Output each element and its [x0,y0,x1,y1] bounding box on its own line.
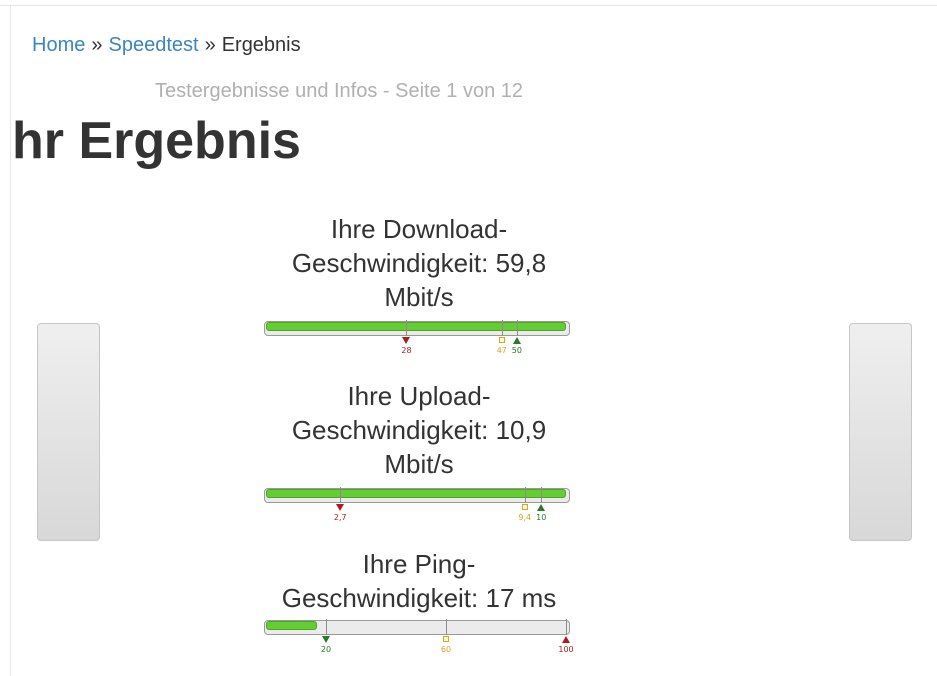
marker-value: 50 [511,346,522,355]
ping-marker-100: 100 [558,619,574,655]
marker-triangle-up-icon [537,504,546,511]
page-title-wrap: hr Ergebnis [0,110,600,172]
window-top-border [0,0,937,6]
download-speed-label: Ihre Download-Geschwindigkeit: 59,8 Mbit… [291,214,547,312]
marker-triangle-down-icon [402,337,411,344]
upload-marker-10: 10 [536,487,546,523]
upload-marker-2-7: 2,7 [334,487,347,523]
marker-value: 10 [536,513,547,522]
marker-triangle-down-icon [336,504,345,511]
gauge-fill [266,621,317,630]
marker-line [566,619,567,635]
ping-label: Ihre Ping-Geschwindigkeit: 17 ms [281,549,557,613]
gauge-fill [266,489,566,498]
marker-square-icon [521,504,528,510]
marker-value: 60 [440,645,452,654]
marker-line [541,487,543,503]
marker-value: 20 [320,645,332,654]
marker-line [516,320,518,336]
marker-value: 100 [558,645,574,654]
download-marker-50: 50 [512,320,522,356]
ping-marker-60: 60 [441,619,451,655]
marker-line [446,619,447,635]
breadcrumb: Home» Speedtest» Ergebnis [32,32,301,58]
marker-value: 28 [401,346,412,355]
gauge-fill [266,322,566,331]
content-left-border [10,6,11,676]
marker-line [340,487,342,503]
marker-triangle-down-icon [322,636,330,643]
breadcrumb-current: Ergebnis [221,34,301,56]
breadcrumb-separator: » [204,34,216,56]
marker-line [501,320,503,336]
upload-speed-label: Ihre Upload-Geschwindigkeit: 10,9 Mbit/s [291,381,547,479]
marker-line [406,320,408,336]
breadcrumb-speedtest-link[interactable]: Speedtest [108,34,198,56]
carousel-prev-button[interactable] [37,323,100,541]
marker-square-icon [443,636,449,642]
marker-triangle-up-icon [512,337,521,344]
download-speed-gauge: 28 47 50 [264,320,570,356]
marker-square-icon [498,337,505,343]
breadcrumb-separator: » [91,34,103,56]
breadcrumb-home-link[interactable]: Home [32,34,85,56]
download-marker-28: 28 [401,320,412,356]
page-title: hr Ergebnis [12,112,301,170]
ping-marker-20: 20 [321,619,331,655]
carousel-next-button[interactable] [849,323,912,541]
ping-gauge: 20 60 100 [264,619,574,655]
marker-triangle-up-icon [562,636,570,643]
marker-line [326,619,327,635]
marker-value: 2,7 [333,513,347,522]
carousel-subtitle: Testergebnisse und Infos - Seite 1 von 1… [155,80,524,102]
upload-speed-gauge: 2,7 9,4 10 [264,487,570,523]
marker-line [524,487,526,503]
